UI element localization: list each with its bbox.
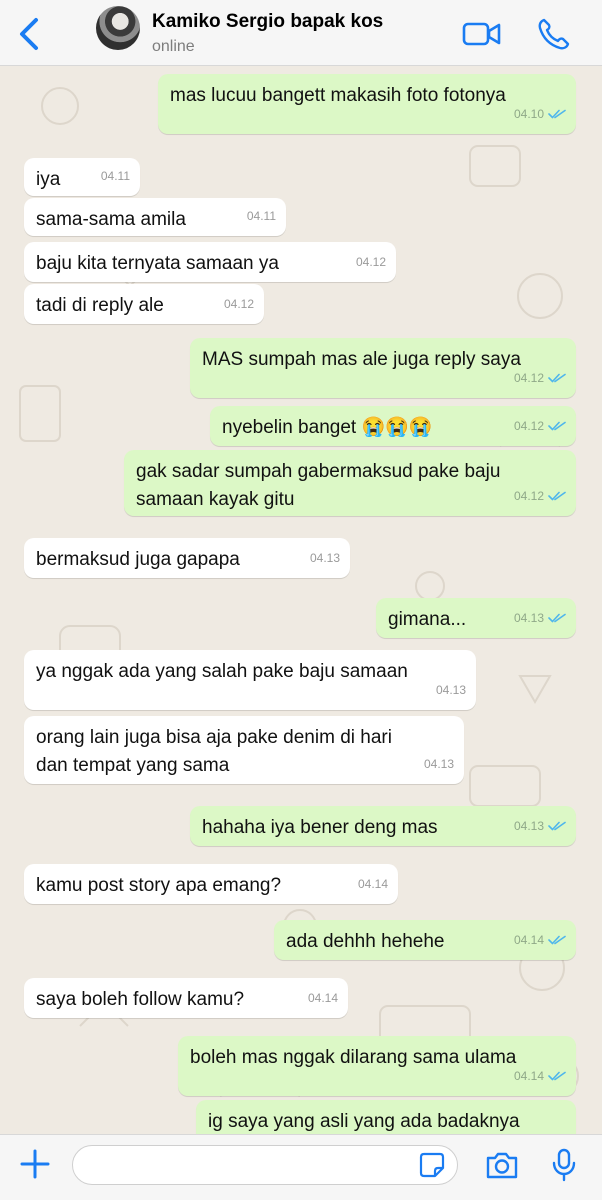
- sticker-icon[interactable]: [418, 1151, 446, 1179]
- composer-bar: [0, 1134, 602, 1200]
- incoming-message[interactable]: tadi di reply ale 04.12: [24, 284, 264, 324]
- message-meta: 04.12: [356, 248, 386, 276]
- message-meta: 04.14: [514, 926, 566, 954]
- message-time: 04.14: [513, 1069, 544, 1083]
- plus-icon[interactable]: [18, 1147, 52, 1181]
- message-meta: 04.12: [514, 482, 566, 510]
- message-meta: 04.13: [310, 544, 340, 572]
- message-time: 04.14: [357, 877, 388, 891]
- message-meta: 04.13: [436, 676, 466, 704]
- incoming-message[interactable]: iya 04.11: [24, 158, 140, 196]
- message-meta: 04.12: [514, 364, 566, 392]
- message-list[interactable]: mas lucuu bangett makasih foto fotonya 04…: [0, 66, 602, 1134]
- outgoing-message[interactable]: boleh mas nggak dilarang sama ulama 04.14: [178, 1036, 576, 1096]
- message-text: gak sadar sumpah gabermaksud pake baju s…: [136, 461, 501, 510]
- message-meta: 04.14: [514, 1062, 566, 1090]
- message-time: 04.13: [513, 819, 544, 833]
- message-text: hahaha iya bener deng mas: [202, 817, 438, 838]
- incoming-message[interactable]: bermaksud juga gapapa 04.13: [24, 538, 350, 578]
- double-check-icon: [548, 612, 566, 624]
- message-text: nyebelin banget 😭😭😭: [222, 417, 433, 438]
- message-meta: 04.14: [358, 870, 388, 898]
- double-check-icon: [548, 934, 566, 946]
- message-time: 04.12: [223, 297, 254, 311]
- message-time: 04.11: [246, 209, 276, 223]
- message-time: 04.13: [309, 551, 340, 565]
- message-time: 04.13: [423, 757, 454, 771]
- outgoing-message[interactable]: gak sadar sumpah gabermaksud pake baju s…: [124, 450, 576, 516]
- camera-icon[interactable]: [484, 1149, 520, 1181]
- incoming-message[interactable]: sama-sama amila 04.11: [24, 198, 286, 236]
- message-meta: 04.13: [514, 604, 566, 632]
- outgoing-message[interactable]: nyebelin banget 😭😭😭 04.12: [210, 406, 576, 446]
- message-time: 04.10: [513, 107, 544, 121]
- message-meta: 04.14: [308, 984, 338, 1012]
- incoming-message[interactable]: kamu post story apa emang? 04.14: [24, 864, 398, 904]
- message-time: 04.14: [513, 933, 544, 947]
- chat-header: Kamiko Sergio bapak kos online: [0, 0, 602, 66]
- avatar[interactable]: [96, 6, 140, 50]
- incoming-message[interactable]: ya nggak ada yang salah pake baju samaan…: [24, 650, 476, 710]
- message-meta: 04.12: [514, 412, 566, 440]
- outgoing-message[interactable]: mas lucuu bangett makasih foto fotonya 04…: [158, 74, 576, 134]
- double-check-icon: [548, 820, 566, 832]
- message-text: MAS sumpah mas ale juga reply saya: [202, 349, 521, 370]
- message-meta: 04.12: [224, 290, 254, 318]
- message-time: 04.11: [100, 169, 130, 183]
- message-time: 04.12: [513, 489, 544, 503]
- message-time: 04.12: [513, 371, 544, 385]
- message-text: tadi di reply ale: [36, 295, 164, 316]
- message-meta: 04.13: [514, 812, 566, 840]
- message-text: ya nggak ada yang salah pake baju samaan: [36, 661, 408, 682]
- message-input[interactable]: [72, 1145, 458, 1185]
- double-check-icon: [548, 1070, 566, 1082]
- message-text: bermaksud juga gapapa: [36, 549, 240, 570]
- incoming-message[interactable]: saya boleh follow kamu? 04.14: [24, 978, 348, 1018]
- message-meta: 04.11: [247, 202, 276, 230]
- outgoing-message[interactable]: ada dehhh hehehe 04.14: [274, 920, 576, 960]
- outgoing-message[interactable]: ig saya yang asli yang ada badaknya: [196, 1100, 576, 1134]
- double-check-icon: [548, 108, 566, 120]
- outgoing-message[interactable]: gimana... 04.13: [376, 598, 576, 638]
- message-time: 04.12: [513, 419, 544, 433]
- message-text: saya boleh follow kamu?: [36, 989, 245, 1010]
- message-time: 04.13: [513, 611, 544, 625]
- message-time: 04.12: [355, 255, 386, 269]
- message-text: boleh mas nggak dilarang sama ulama: [190, 1047, 517, 1068]
- microphone-icon[interactable]: [550, 1147, 578, 1183]
- double-check-icon: [548, 372, 566, 384]
- double-check-icon: [548, 420, 566, 432]
- video-camera-icon[interactable]: [462, 18, 502, 50]
- message-text: orang lain juga bisa aja pake denim di h…: [36, 727, 392, 776]
- message-meta: 04.11: [101, 162, 130, 190]
- message-text: sama-sama amila: [36, 209, 186, 230]
- message-text: mas lucuu bangett makasih foto fotonya: [170, 85, 506, 106]
- chevron-left-icon[interactable]: [12, 14, 48, 54]
- message-text: ig saya yang asli yang ada badaknya: [208, 1111, 520, 1132]
- message-text: kamu post story apa emang?: [36, 875, 282, 896]
- message-meta: 04.10: [514, 100, 566, 128]
- message-time: 04.13: [435, 683, 466, 697]
- phone-icon[interactable]: [536, 16, 570, 52]
- contact-name[interactable]: Kamiko Sergio bapak kos: [152, 11, 383, 33]
- incoming-message[interactable]: orang lain juga bisa aja pake denim di h…: [24, 716, 464, 784]
- message-text: baju kita ternyata samaan ya: [36, 253, 279, 274]
- incoming-message[interactable]: baju kita ternyata samaan ya 04.12: [24, 242, 396, 282]
- message-meta: 04.13: [424, 750, 454, 778]
- double-check-icon: [548, 490, 566, 502]
- outgoing-message[interactable]: MAS sumpah mas ale juga reply saya 04.12: [190, 338, 576, 398]
- contact-status: online: [152, 38, 195, 55]
- message-time: 04.14: [307, 991, 338, 1005]
- outgoing-message[interactable]: hahaha iya bener deng mas 04.13: [190, 806, 576, 846]
